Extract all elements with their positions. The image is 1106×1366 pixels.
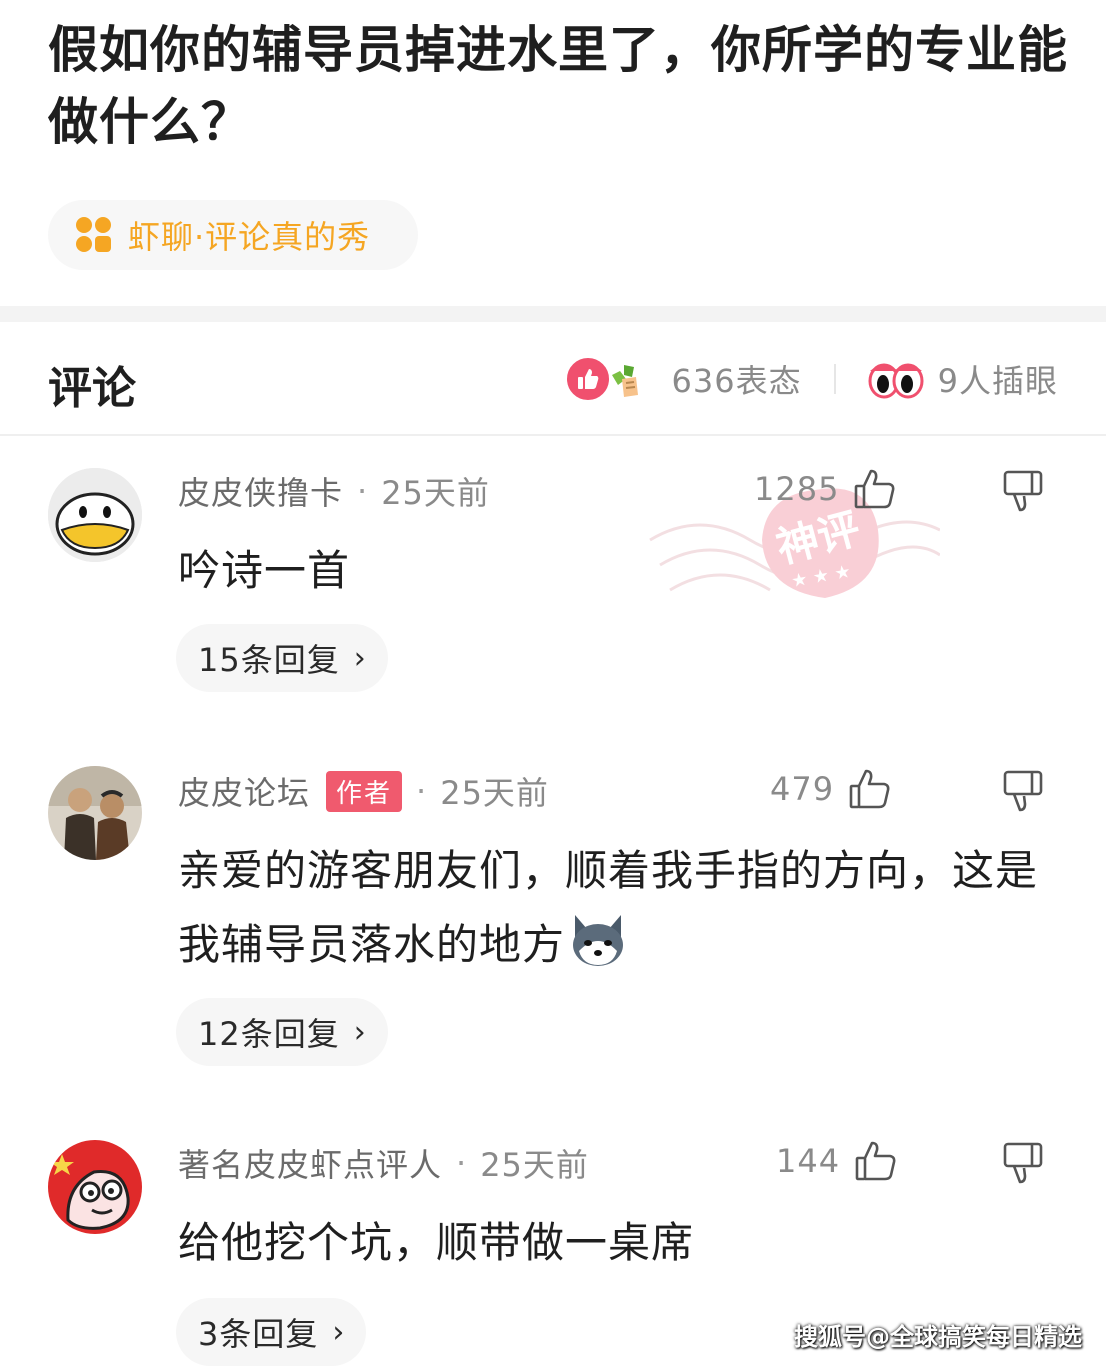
header-separator <box>833 364 836 394</box>
avatar[interactable] <box>48 1140 142 1234</box>
chevron-right-icon: › <box>353 640 366 676</box>
replies-label: 3条回复 <box>198 1315 319 1353</box>
comment-text: 给他挖个坑，顺带做一桌席 <box>178 1218 695 1267</box>
reaction-count[interactable]: 636表态 <box>672 356 802 402</box>
username[interactable]: 著名皮皮虾点评人 <box>178 1140 442 1186</box>
comment-text: 吟诗一首 <box>178 546 351 595</box>
topic-label: 虾聊·评论真的秀 <box>128 218 371 256</box>
comment-time: 25天前 <box>381 474 490 512</box>
comment-meta: 著名皮皮虾点评人 · 25天前 <box>178 1138 589 1188</box>
comment-meta: 皮皮论坛 作者 · 25天前 <box>178 766 549 816</box>
username[interactable]: 皮皮侠撸卡 <box>178 468 343 514</box>
topic-icon <box>76 217 112 253</box>
replies-button[interactable]: 15条回复 › <box>176 624 388 692</box>
comments-title: 评论 <box>48 363 136 414</box>
comment-time: 25天前 <box>440 774 549 812</box>
thumb-down-icon[interactable] <box>1000 468 1046 514</box>
meta-separator: · <box>456 1144 467 1182</box>
chevron-right-icon: › <box>353 1014 366 1050</box>
comments-header: 评论 636表态 9人插眼 <box>0 322 1106 434</box>
reaction-summary: 636表态 9人插眼 <box>563 354 1058 404</box>
thumb-up-icon <box>849 769 890 809</box>
like-button[interactable]: 479 <box>770 764 892 814</box>
avatar[interactable] <box>48 468 142 562</box>
like-button[interactable]: 144 <box>776 1136 898 1186</box>
post-title: 假如你的辅导员掉进水里了，你所学的专业能做什么？ <box>48 21 1068 151</box>
like-icon[interactable] <box>563 355 612 403</box>
username[interactable]: 皮皮论坛 <box>178 768 310 814</box>
thumb-down-icon[interactable] <box>1000 768 1046 814</box>
like-count: 479 <box>770 770 835 808</box>
comment-page: 假如你的辅导员掉进水里了，你所学的专业能做什么？ 虾聊·评论真的秀 评论 636… <box>0 0 1106 1366</box>
watchers-count[interactable]: 9人插眼 <box>938 356 1058 402</box>
author-badge: 作者 <box>326 770 403 812</box>
replies-label: 12条回复 <box>198 1015 340 1053</box>
comment-meta: 皮皮侠撸卡 · 25天前 <box>178 466 490 516</box>
like-button[interactable]: 1285 <box>754 464 897 514</box>
husky-emoji <box>573 915 624 966</box>
thumb-up-icon <box>855 1141 896 1181</box>
chevron-right-icon: › <box>332 1314 345 1350</box>
like-count: 144 <box>776 1142 841 1180</box>
avatar[interactable] <box>48 766 142 860</box>
replies-button[interactable]: 12条回复 › <box>176 998 388 1066</box>
meta-separator: · <box>416 772 427 810</box>
section-divider <box>0 306 1106 322</box>
eyes-icon[interactable] <box>868 357 924 401</box>
replies-label: 15条回复 <box>198 641 340 679</box>
comment-text: 亲爱的游客朋友们，顺着我手指的方向，这是我辅导员落水的地方 <box>178 834 1048 982</box>
header-divider <box>0 434 1106 436</box>
watermark: 搜狐号@全球搞笑每日精选 <box>794 1323 1082 1351</box>
meta-separator: · <box>357 472 368 510</box>
thumb-up-icon <box>855 469 895 509</box>
thumb-down-icon[interactable] <box>1000 1140 1046 1186</box>
like-count: 1285 <box>754 470 840 508</box>
topic-tag[interactable]: 虾聊·评论真的秀 <box>48 200 418 270</box>
replies-button[interactable]: 3条回复 › <box>176 1298 367 1366</box>
comment-time: 25天前 <box>480 1146 589 1184</box>
